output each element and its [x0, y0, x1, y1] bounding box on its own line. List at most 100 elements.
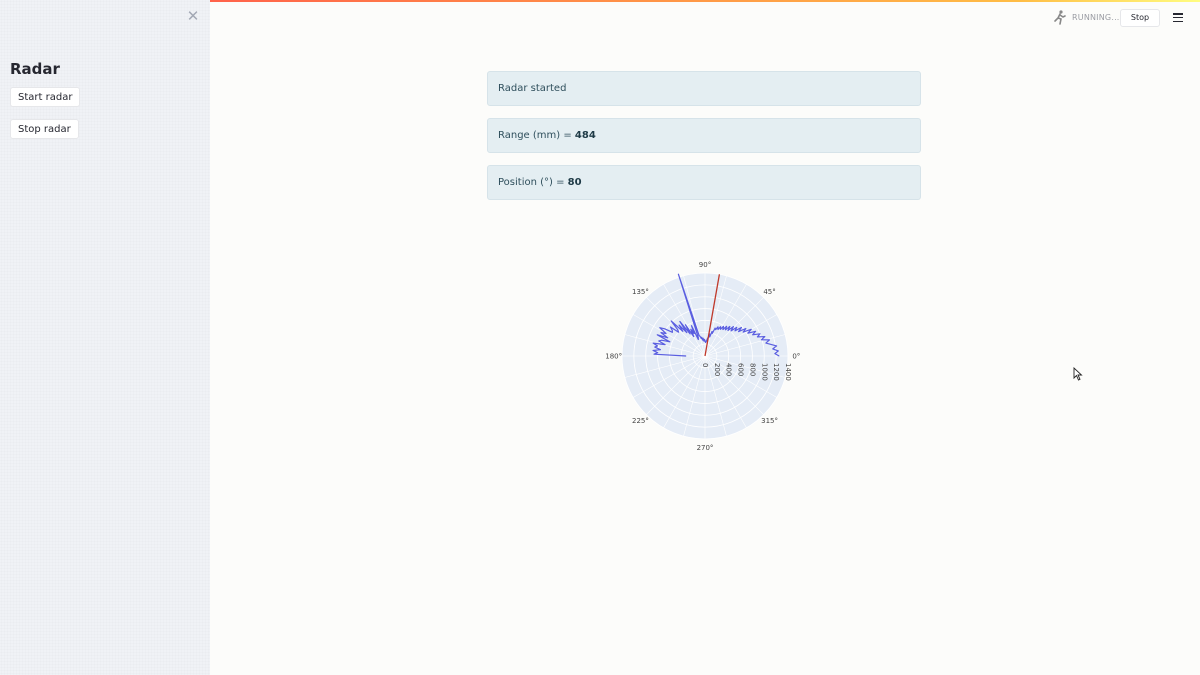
sidebar: ✕ Radar Start radar Stop radar [0, 0, 210, 675]
data-point [772, 348, 774, 350]
data-point [691, 325, 692, 327]
angular-tick-label: 45° [763, 288, 775, 296]
mouse-pointer-icon [1073, 367, 1083, 381]
close-icon[interactable]: ✕ [186, 9, 200, 24]
status-message-text: Radar started [498, 83, 567, 94]
angular-tick-label: 270° [697, 444, 714, 452]
data-point [689, 333, 691, 335]
data-point [704, 339, 705, 340]
data-point [759, 333, 761, 335]
data-point [656, 334, 658, 336]
data-point [697, 339, 699, 340]
radial-tick-label: 200 [713, 363, 721, 376]
stop-radar-button[interactable]: Stop radar [10, 119, 79, 139]
data-point [682, 330, 684, 332]
position-message: Position (°) = 80 [487, 165, 921, 200]
data-point [726, 325, 727, 327]
radial-tick-label: 1200 [772, 363, 780, 381]
range-value: 484 [574, 130, 596, 141]
stop-button[interactable]: Stop [1120, 9, 1160, 27]
data-point [761, 339, 762, 341]
radial-tick-label: 800 [748, 363, 756, 376]
start-radar-button[interactable]: Start radar [10, 87, 81, 107]
data-point [717, 329, 719, 330]
data-point [700, 338, 702, 339]
data-point [690, 328, 692, 330]
data-point [658, 340, 660, 342]
data-point [699, 336, 701, 337]
angular-tick-label: 0° [792, 353, 800, 361]
data-point [717, 326, 719, 328]
data-point [678, 324, 680, 326]
data-point [652, 350, 654, 351]
data-point [672, 331, 673, 333]
data-point [671, 330, 673, 331]
radial-tick-label: 1400 [784, 363, 792, 381]
angular-tick-label: 180° [605, 353, 622, 361]
data-point [764, 336, 766, 337]
data-point [770, 344, 772, 345]
data-point [734, 330, 736, 332]
angular-tick-label: 315° [761, 417, 778, 425]
data-point [715, 329, 717, 330]
angular-tick-label: 225° [632, 417, 649, 425]
range-message: Range (mm) = 484 [487, 118, 921, 153]
data-point [678, 331, 679, 333]
data-point [659, 327, 661, 329]
data-point [669, 341, 671, 343]
data-point [705, 342, 706, 343]
polar-chart[interactable]: 0° 45° 90° 135° 180° 225° 270° 315° 0 200 400 600 80… [590, 255, 820, 465]
data-point [704, 340, 706, 341]
range-label: Range (mm) = [498, 130, 575, 141]
sidebar-title: Radar [10, 60, 60, 78]
data-point [752, 334, 754, 336]
data-point [702, 339, 704, 341]
data-point [678, 273, 679, 275]
data-point [670, 326, 671, 328]
position-label: Position (°) = [498, 177, 568, 188]
data-point [664, 344, 666, 345]
data-point [776, 345, 777, 347]
radial-tick-label: 0 [701, 363, 709, 367]
data-point [755, 330, 756, 332]
data-point [727, 330, 729, 331]
data-point [664, 328, 666, 330]
data-point [697, 337, 699, 338]
data-point [729, 326, 731, 327]
radial-tick-label: 600 [737, 363, 745, 376]
data-point [698, 335, 700, 336]
data-point [769, 339, 770, 341]
radial-tick-label: 1000 [760, 363, 768, 381]
data-point [653, 353, 655, 355]
data-point [686, 332, 688, 333]
data-point [657, 352, 659, 354]
data-point [679, 321, 681, 322]
data-point [725, 329, 726, 331]
data-point [661, 339, 662, 341]
data-point [709, 336, 711, 338]
data-point [677, 329, 679, 330]
data-point [741, 327, 742, 328]
data-point [706, 340, 707, 342]
angular-tick-label: 90° [699, 261, 711, 269]
data-point [736, 327, 738, 328]
running-man-icon [1054, 10, 1066, 25]
data-point [665, 333, 667, 334]
data-point [720, 326, 721, 328]
data-point [747, 332, 749, 334]
hamburger-menu-icon[interactable] [1173, 13, 1183, 23]
angular-tick-label: 135° [632, 288, 649, 296]
data-point [757, 336, 758, 338]
data-point [652, 342, 654, 344]
data-point [750, 328, 752, 330]
data-point [685, 324, 686, 326]
data-point [720, 328, 721, 330]
data-point [654, 346, 656, 348]
data-point [657, 345, 658, 347]
data-point [723, 325, 724, 327]
data-point [703, 340, 705, 342]
data-point [738, 331, 739, 332]
data-point [778, 355, 780, 357]
data-point [670, 320, 672, 322]
data-point [693, 336, 695, 337]
